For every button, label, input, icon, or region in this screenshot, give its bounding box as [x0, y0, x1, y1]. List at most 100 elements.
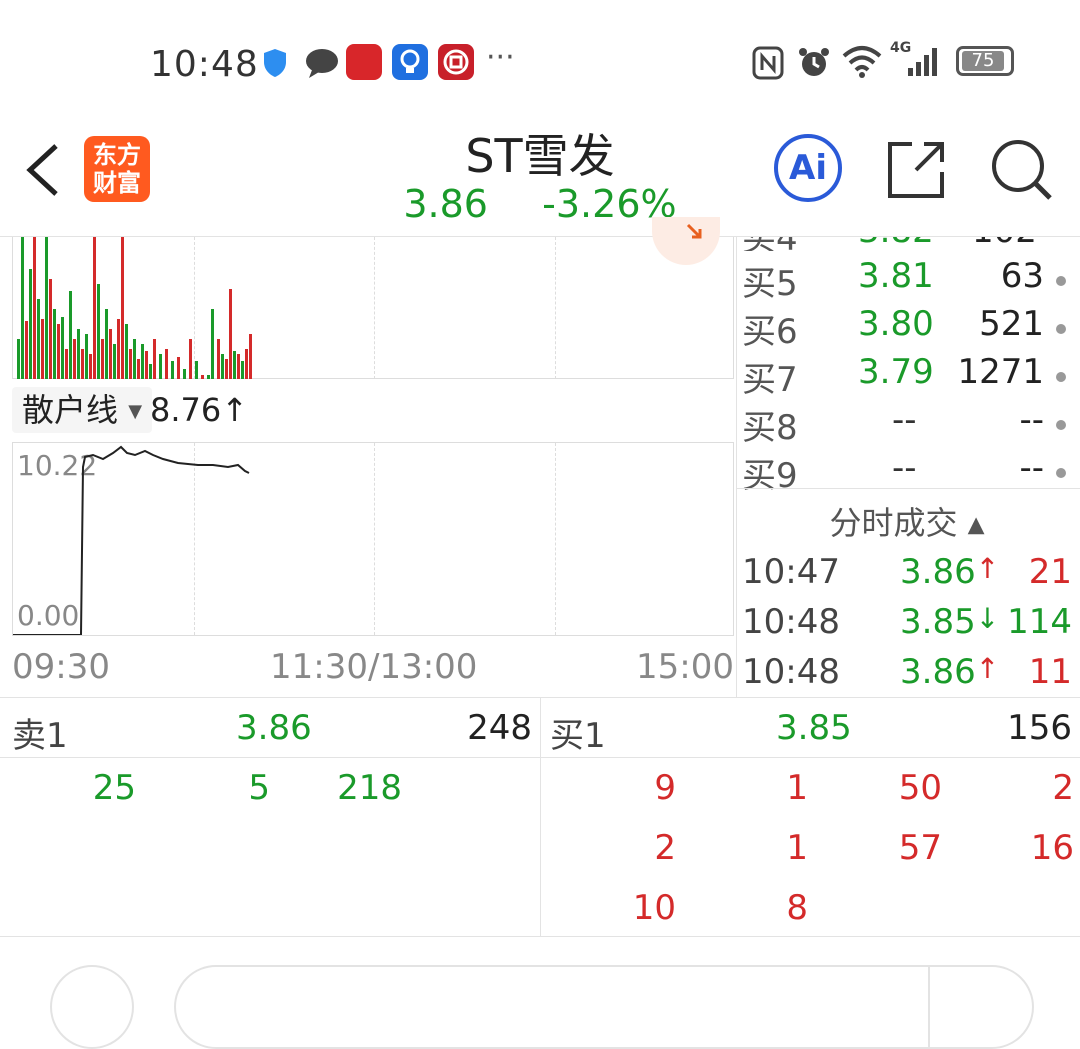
caret-up-icon: ▲	[967, 512, 985, 538]
volume-bar	[17, 339, 20, 379]
sell-queue-item: 218	[337, 768, 402, 808]
status-bar: 10:48 ··· 4G 75	[0, 0, 1080, 110]
volume-bar	[77, 329, 80, 379]
share-button[interactable]	[886, 138, 946, 204]
buy-queue-item: 57	[898, 828, 942, 868]
battery-level: 75	[962, 51, 1004, 71]
chart-panel[interactable]: 散户线 ▼ 8.76↑ 10.22 0.00 09:30 11:30/13:00…	[12, 217, 734, 697]
trade-volume: 114	[1007, 602, 1072, 642]
orderbook-divider	[737, 488, 1080, 489]
trade-price: 3.86 ↑	[900, 552, 1000, 592]
trade-row: 10:48 3.85 ↓ 114	[742, 602, 1072, 652]
trade-row: 10:48 3.86 ↑ 11	[742, 652, 1072, 702]
volume-bar	[133, 339, 136, 379]
volume-bar	[45, 237, 48, 379]
order-volume: 63	[1000, 256, 1044, 296]
bottom-input-bar[interactable]	[174, 965, 1034, 1049]
search-icon	[992, 140, 1052, 200]
volume-bar	[241, 361, 244, 379]
bottom-action-button[interactable]	[50, 965, 134, 1049]
bottom-center-divider	[540, 698, 541, 936]
volume-bar	[109, 329, 112, 379]
buy-queue-item: 9	[654, 768, 676, 808]
volume-bar	[165, 349, 168, 379]
volume-bar	[53, 309, 56, 379]
volume-bar	[37, 299, 40, 379]
buy-queue-item: 2	[1052, 768, 1074, 808]
nfc-icon	[752, 46, 784, 84]
order-book-row[interactable]: 买5 3.81 63	[742, 256, 1072, 304]
order-price: 3.80	[858, 304, 934, 344]
volume-bar	[177, 357, 180, 379]
trades-header[interactable]: 分时成交 ▲	[742, 498, 1072, 544]
volume-bar	[233, 351, 236, 379]
current-price: 3.86	[403, 182, 488, 226]
trade-price: 3.86 ↑	[900, 652, 1000, 692]
search-button[interactable]	[990, 138, 1054, 206]
volume-bar	[137, 359, 140, 379]
dot-indicator-icon	[1056, 468, 1066, 478]
volume-bar	[93, 237, 96, 379]
order-price: 3.81	[858, 256, 934, 296]
order-book-row[interactable]: 买6 3.80 521	[742, 304, 1072, 352]
dot-indicator-icon	[1056, 420, 1066, 430]
volume-bar	[81, 349, 84, 379]
share-icon	[888, 142, 944, 198]
volume-bar	[217, 339, 220, 379]
sell1-volume: 248	[467, 708, 532, 748]
trade-time: 10:48	[742, 602, 840, 642]
indicator-name: 散户线	[22, 391, 119, 429]
indicator-chart: 10.22 0.00	[12, 442, 734, 636]
volume-bar	[245, 349, 248, 379]
volume-bar	[21, 237, 24, 379]
volume-bar	[145, 351, 148, 379]
trade-volume: 11	[1028, 652, 1072, 692]
sell1-price: 3.86	[236, 708, 312, 748]
volume-bar	[49, 279, 52, 379]
buy1-volume: 156	[1007, 708, 1072, 748]
sell1-label: 卖1	[12, 716, 68, 756]
buy-queue-item: 1	[786, 828, 808, 868]
wifi-icon	[842, 44, 882, 82]
volume-bar	[105, 309, 108, 379]
indicator-value: 8.76↑	[150, 391, 249, 429]
order-book-row[interactable]: 买7 3.79 1271	[742, 352, 1072, 400]
order-book-row[interactable]: 买8 -- --	[742, 400, 1072, 448]
trade-price: 3.85 ↓	[900, 602, 1000, 642]
dot-indicator-icon	[1056, 276, 1066, 286]
order-level-label: 买7	[742, 360, 798, 400]
dropdown-icon: ▼	[128, 401, 143, 422]
x-axis-end-label: 15:00	[636, 647, 734, 687]
volume-bar	[249, 334, 252, 379]
ai-button[interactable]: Ai	[774, 134, 842, 202]
trade-volume: 21	[1028, 552, 1072, 592]
volume-bar	[65, 349, 68, 379]
volume-bar	[57, 324, 60, 379]
order-price: 3.79	[858, 352, 934, 392]
order-volume: --	[1019, 448, 1044, 488]
order-price: --	[892, 400, 917, 440]
indicator-line	[13, 445, 250, 635]
volume-bar	[189, 339, 192, 379]
volume-bar	[25, 321, 28, 379]
volume-bar	[183, 369, 186, 379]
buy-queue-item: 1	[786, 768, 808, 808]
volume-bar	[69, 291, 72, 379]
panel-divider	[736, 237, 737, 697]
volume-bar	[149, 364, 152, 379]
bottom-divider-bottom	[0, 936, 1080, 937]
volume-bar	[41, 319, 44, 379]
order-volume: 521	[979, 304, 1044, 344]
order-book-partial-row: 买4 3.82 102	[742, 237, 1072, 251]
order-level-label: 买9	[742, 456, 798, 496]
order-price: --	[892, 448, 917, 488]
battery-icon: 75	[956, 46, 1014, 76]
volume-bar	[33, 237, 36, 379]
order-volume: 1271	[957, 352, 1044, 392]
volume-bar	[29, 269, 32, 379]
indicator-selector[interactable]: 散户线 ▼	[12, 387, 153, 433]
volume-bar	[73, 339, 76, 379]
buy-queue-item: 8	[786, 888, 808, 928]
volume-bar	[117, 319, 120, 379]
arrow-down-right-icon	[686, 223, 702, 239]
